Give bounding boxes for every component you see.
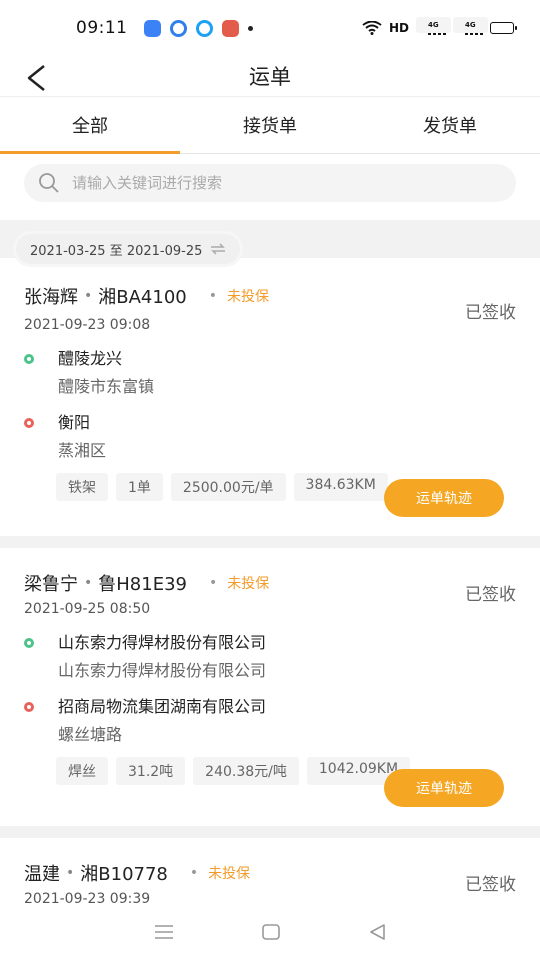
status-bar: 09:11 HD 4G 4G [0,0,540,56]
destination-address: 蒸湘区 [58,441,107,460]
plate-number: 湘BA4100 [98,286,187,308]
destination-pin-icon [24,702,34,712]
page-title: 运单 [249,65,291,89]
back-button[interactable] [18,60,54,96]
browser-app-icon [195,19,213,37]
date-range-filter[interactable]: 2021-03-25 至 2021-09-25 [16,234,241,264]
destination-address: 螺丝塘路 [58,725,123,744]
order-time: 2021-09-25 08:50 [24,601,151,617]
unit-price: 2500.00元/单 [170,473,286,501]
order-card[interactable]: 张海辉 • 湘BA4100 未投保 已签收 2021-09-23 09:08 醴… [0,258,540,536]
order-time: 2021-09-23 09:39 [24,891,151,904]
cargo-amount: 1单 [116,473,163,501]
destination-pin-icon [24,418,34,428]
order-list: 2021-03-25 至 2021-09-25 张海辉 • 湘BA4100 未投… [0,220,540,904]
search-input[interactable] [72,174,452,192]
origin-stop: 山东索力得焊材股份有限公司 山东索力得焊材股份有限公司 [24,629,516,681]
tab-receive[interactable]: 接货单 [180,97,360,153]
driver-name: 张海辉 [24,286,78,308]
search-icon [39,173,59,193]
eye-app-icon [169,19,187,37]
origin-address: 山东索力得焊材股份有限公司 [58,661,267,680]
origin-pin-icon [24,354,34,364]
plate-number: 湘B10778 [80,863,168,885]
separator-dot: • [84,287,93,304]
back-arrow-icon [27,65,45,91]
back-triangle-icon[interactable] [367,922,387,942]
battery-icon [490,22,517,34]
track-button[interactable]: 运单轨迹 [384,479,504,517]
insurance-status: 未投保 [190,863,250,883]
driver-name: 梁鲁宁 [24,573,78,595]
driver-name: 温建 [24,863,60,885]
destination-title: 衡阳 [58,413,91,432]
separator-dot: • [84,574,93,591]
cargo-type: 焊丝 [56,757,108,785]
status-time: 09:11 [76,18,128,38]
insurance-status: 未投保 [209,573,269,593]
plate-number: 鲁H81E39 [98,573,187,595]
order-card[interactable]: 梁鲁宁 • 鲁H81E39 未投保 已签收 2021-09-25 08:50 山… [0,548,540,826]
red-app-icon [221,19,239,37]
hd-indicator: HD [388,21,409,35]
order-status: 已签收 [465,585,516,605]
system-nav-bar [0,904,540,960]
menu-icon[interactable] [153,924,175,940]
wifi-icon [362,21,382,35]
cloud-app-icon [143,19,161,37]
origin-stop: 醴陵龙兴 醴陵市东富镇 [24,345,516,397]
order-time: 2021-09-23 09:08 [24,317,151,333]
order-status: 已签收 [465,303,516,323]
cargo-amount: 31.2吨 [116,757,186,785]
insurance-status: 未投保 [209,286,269,306]
signal-icon: 4G [416,17,451,35]
origin-title: 山东索力得焊材股份有限公司 [58,633,267,652]
signal-icon-2: 4G [453,17,488,35]
track-button[interactable]: 运单轨迹 [384,769,504,807]
swap-icon [211,243,226,255]
origin-title: 醴陵龙兴 [58,349,123,368]
order-card[interactable]: 温建 • 湘B10778 未投保 已签收 2021-09-23 09:39 [0,838,540,904]
separator-dot: • [66,864,75,881]
unit-price: 240.38元/吨 [193,757,299,785]
distance: 384.63KM [293,473,388,501]
tab-all[interactable]: 全部 [0,97,180,154]
destination-stop: 招商局物流集团湖南有限公司 螺丝塘路 [24,693,516,745]
status-app-icons [143,19,253,37]
tab-bar: 全部 接货单 发货单 [0,96,540,154]
origin-address: 醴陵市东富镇 [58,377,155,396]
origin-pin-icon [24,638,34,648]
search-area [0,154,540,220]
home-icon[interactable] [261,923,281,941]
order-status: 已签收 [465,875,516,895]
more-dot-icon [247,25,253,31]
search-box[interactable] [24,164,516,202]
tab-send[interactable]: 发货单 [360,97,540,153]
cargo-type: 铁架 [56,473,108,501]
date-range-label: 2021-03-25 至 2021-09-25 [30,243,203,259]
destination-title: 招商局物流集团湖南有限公司 [58,697,267,716]
nav-bar: 运单 [0,56,540,96]
destination-stop: 衡阳 蒸湘区 [24,409,516,461]
